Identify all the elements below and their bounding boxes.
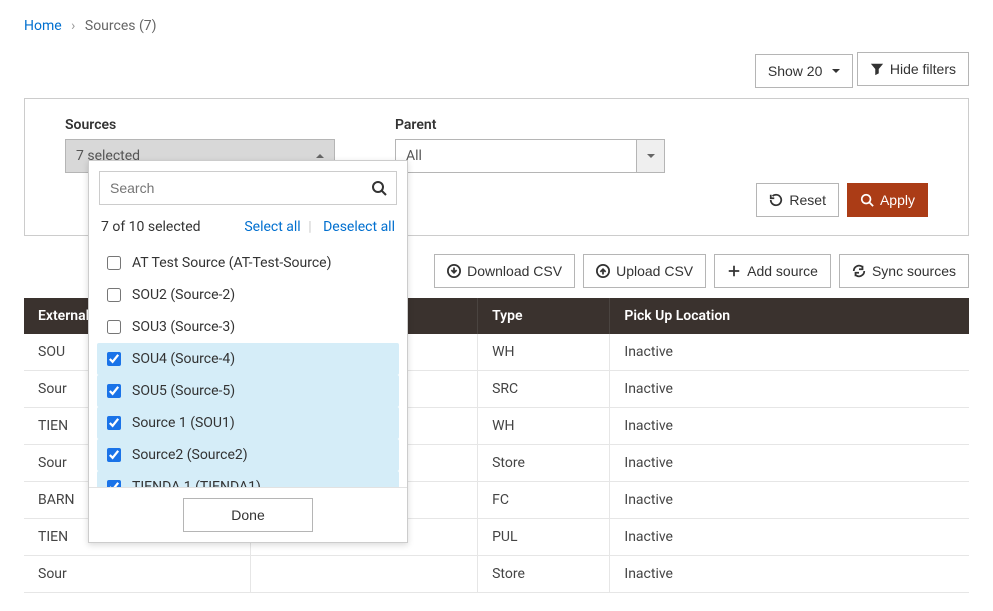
dropdown-option-checkbox[interactable] xyxy=(107,416,121,430)
dropdown-option[interactable]: Source2 (Source2) xyxy=(97,439,399,471)
caret-up-icon xyxy=(316,150,324,158)
table-row[interactable]: Sour StoreInactive xyxy=(24,556,969,593)
add-source-label: Add source xyxy=(747,263,818,279)
dropdown-option[interactable]: AT Test Source (AT-Test-Source) xyxy=(97,247,399,279)
dropdown-option[interactable]: TIENDA 1 (TIENDA1) xyxy=(97,471,399,487)
dropdown-option[interactable]: Source 1 (SOU1) xyxy=(97,407,399,439)
download-csv-button[interactable]: Download CSV xyxy=(434,254,575,288)
divider: | xyxy=(304,219,315,235)
upload-icon xyxy=(596,264,610,278)
apply-label: Apply xyxy=(880,192,915,208)
table-cell-pickup: Inactive xyxy=(610,334,969,371)
table-cell-pickup: Inactive xyxy=(610,371,969,408)
parent-filter-label: Parent xyxy=(395,117,665,133)
table-header-type[interactable]: Type xyxy=(478,298,610,334)
show-count-dropdown[interactable]: Show 20 xyxy=(755,54,853,88)
dropdown-search-input[interactable] xyxy=(100,180,362,196)
breadcrumb: Home › Sources (7) xyxy=(24,18,969,34)
dropdown-option-checkbox[interactable] xyxy=(107,384,121,398)
parent-select[interactable]: All xyxy=(395,139,665,173)
upload-csv-button[interactable]: Upload CSV xyxy=(583,254,706,288)
dropdown-search-box xyxy=(99,171,397,205)
dropdown-option-checkbox[interactable] xyxy=(107,320,121,334)
hide-filters-label: Hide filters xyxy=(890,61,956,77)
search-icon xyxy=(860,193,874,207)
table-cell-type: FC xyxy=(478,482,610,519)
dropdown-option-checkbox[interactable] xyxy=(107,352,121,366)
table-header-pickup[interactable]: Pick Up Location xyxy=(610,298,969,334)
plus-icon xyxy=(727,264,741,278)
download-icon xyxy=(447,264,461,278)
dropdown-option-label: TIENDA 1 (TIENDA1) xyxy=(132,479,261,487)
hide-filters-button[interactable]: Hide filters xyxy=(857,52,969,86)
sync-sources-button[interactable]: Sync sources xyxy=(839,254,969,288)
show-count-label: Show 20 xyxy=(768,63,822,79)
dropdown-option-label: SOU3 (Source-3) xyxy=(132,319,235,335)
parent-select-value: All xyxy=(396,140,636,172)
dropdown-option-checkbox[interactable] xyxy=(107,256,121,270)
dropdown-option-checkbox[interactable] xyxy=(107,448,121,462)
parent-select-arrow xyxy=(636,140,664,172)
apply-button[interactable]: Apply xyxy=(847,183,928,217)
dropdown-option-label: SOU5 (Source-5) xyxy=(132,383,235,399)
dropdown-selected-count: 7 of 10 selected xyxy=(101,219,201,235)
upload-csv-label: Upload CSV xyxy=(616,263,693,279)
download-csv-label: Download CSV xyxy=(467,263,562,279)
table-cell-pickup: Inactive xyxy=(610,556,969,593)
table-cell-type: Store xyxy=(478,445,610,482)
dropdown-done-label: Done xyxy=(231,507,264,523)
dropdown-option-label: SOU4 (Source-4) xyxy=(132,351,235,367)
breadcrumb-home-link[interactable]: Home xyxy=(24,18,62,34)
dropdown-option-label: AT Test Source (AT-Test-Source) xyxy=(132,255,331,271)
breadcrumb-current: Sources (7) xyxy=(85,18,157,34)
dropdown-option-label: SOU2 (Source-2) xyxy=(132,287,235,303)
dropdown-option[interactable]: SOU4 (Source-4) xyxy=(97,343,399,375)
table-cell-type: WH xyxy=(478,334,610,371)
caret-down-icon xyxy=(647,154,655,162)
table-cell-pickup: Inactive xyxy=(610,408,969,445)
dropdown-option-label: Source 1 (SOU1) xyxy=(132,415,235,431)
dropdown-option[interactable]: SOU5 (Source-5) xyxy=(97,375,399,407)
table-cell-type: SRC xyxy=(478,371,610,408)
table-cell-pickup: Inactive xyxy=(610,519,969,556)
table-cell-type: PUL xyxy=(478,519,610,556)
caret-down-icon xyxy=(832,69,840,77)
chevron-right-icon: › xyxy=(65,18,81,34)
dropdown-option[interactable]: SOU3 (Source-3) xyxy=(97,311,399,343)
dropdown-option[interactable]: SOU2 (Source-2) xyxy=(97,279,399,311)
sync-sources-label: Sync sources xyxy=(872,263,956,279)
dropdown-option-label: Source2 (Source2) xyxy=(132,447,248,463)
table-cell-pickup: Inactive xyxy=(610,482,969,519)
dropdown-deselect-all-link[interactable]: Deselect all xyxy=(323,219,395,235)
sources-multiselect-dropdown: 7 of 10 selected Select all | Deselect a… xyxy=(88,160,408,543)
dropdown-option-checkbox[interactable] xyxy=(107,288,121,302)
reset-label: Reset xyxy=(789,192,826,208)
add-source-button[interactable]: Add source xyxy=(714,254,831,288)
reset-button[interactable]: Reset xyxy=(756,183,839,217)
reset-icon xyxy=(769,193,783,207)
sources-filter-label: Sources xyxy=(65,117,335,133)
table-cell-type: WH xyxy=(478,408,610,445)
table-cell-name xyxy=(251,556,478,593)
dropdown-option-checkbox[interactable] xyxy=(107,480,121,487)
search-icon[interactable] xyxy=(362,180,396,196)
dropdown-done-button[interactable]: Done xyxy=(183,498,313,532)
sync-icon xyxy=(852,264,866,278)
table-cell-type: Store xyxy=(478,556,610,593)
filter-icon xyxy=(870,62,884,76)
table-cell-ext: Sour xyxy=(24,556,251,593)
dropdown-select-all-link[interactable]: Select all xyxy=(244,219,300,235)
table-cell-pickup: Inactive xyxy=(610,445,969,482)
